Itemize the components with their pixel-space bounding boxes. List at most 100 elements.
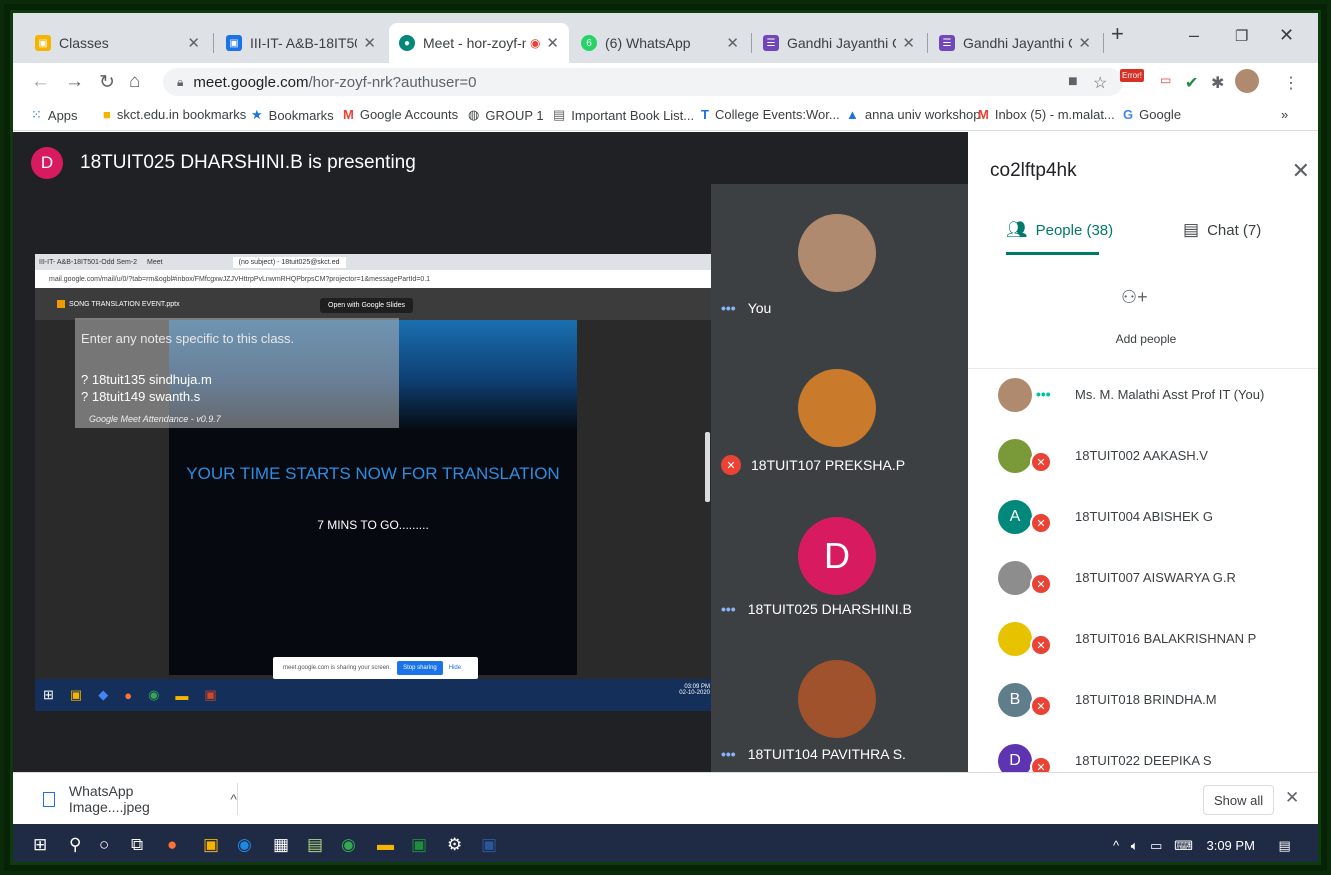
menu-icon[interactable]: ⋮ <box>1283 73 1299 93</box>
task-view-icon[interactable]: ⧉ <box>131 835 143 855</box>
bookmark-college-events[interactable]: T College Events:Wor... <box>701 107 840 122</box>
media-icon[interactable]: ▣ <box>203 835 219 855</box>
close-icon[interactable]: ✕ <box>1285 788 1299 808</box>
network-icon[interactable]: ▭ <box>1150 838 1162 853</box>
tab-whatsapp[interactable]: 6 (6) WhatsApp ✕ <box>571 23 749 63</box>
extension-icon[interactable]: ▭ <box>1160 73 1171 87</box>
stop-sharing-button: Stop sharing <box>397 661 443 675</box>
close-window-button[interactable]: ✕ <box>1279 25 1294 46</box>
extension-version: Google Meet Attendance - v0.9.7 <box>89 414 221 424</box>
hide-button: Hide <box>448 665 462 671</box>
tab-meet[interactable]: ● Meet - hor-zoyf-nr ◉ ✕ <box>389 23 569 63</box>
close-icon[interactable]: ✕ <box>1078 34 1091 52</box>
tab-classes[interactable]: ▣ Classes ✕ <box>25 23 210 63</box>
sharing-notice-text: meet.google.com is sharing your screen. <box>283 665 392 671</box>
close-icon[interactable]: ✕ <box>726 34 739 52</box>
stage-scrollbar[interactable] <box>705 432 710 502</box>
open-with-slides-button: Open with Google Slides <box>320 298 414 313</box>
list-item[interactable]: B ✕ 18TUIT018 BRINDHA.M <box>968 677 1318 738</box>
cortana-icon[interactable]: ○ <box>99 835 109 855</box>
participant-tile[interactable]: D ••• 18TUIT025 DHARSHINI.B <box>711 480 968 628</box>
shared-taskbar: ⊞ ▣ ◆ ● ◉ ▬ ▣ 03:09 PM 02-10-2020 <box>35 679 718 711</box>
reload-icon[interactable]: ↻ <box>99 71 115 94</box>
tab-gandhi-quiz-2[interactable]: ☰ Gandhi Jayanthi Quiz ✕ <box>929 23 1101 63</box>
tab-classroom-course[interactable]: ▣ III-IT- A&B-18IT501-Od ✕ <box>216 23 386 63</box>
slides-icon <box>57 300 65 308</box>
tab-gandhi-quiz-1[interactable]: ☰ Gandhi Jayanthi Quiz ✕ <box>753 23 925 63</box>
participant-name: 18TUIT016 BALAKRISHNAN P <box>1075 631 1257 646</box>
profile-avatar[interactable] <box>1235 69 1259 93</box>
bookmark-label: skct.edu.in bookmarks <box>116 107 247 122</box>
puzzle-icon[interactable]: ✱ <box>1211 73 1224 93</box>
tab-label: Classes <box>59 35 109 51</box>
image-file-icon <box>43 791 55 807</box>
clock[interactable]: 3:09 PM <box>1206 838 1254 853</box>
bookmark-google-accounts[interactable]: M Google Accounts <box>343 107 458 122</box>
list-item[interactable]: ✕ 18TUIT016 BALAKRISHNAN P <box>968 616 1318 677</box>
list-item[interactable]: ✕ 18TUIT007 AISWARYA G.R <box>968 555 1318 616</box>
tab-chat[interactable]: ▤ Chat (7) <box>1183 220 1261 240</box>
close-panel-button[interactable]: ✕ <box>1292 158 1310 184</box>
keyboard-icon[interactable]: ⌨ <box>1174 838 1193 853</box>
edge-icon[interactable]: ◉ <box>237 835 252 855</box>
add-person-icon[interactable]: ⚇+ <box>1121 287 1148 308</box>
show-all-button[interactable]: Show all <box>1203 785 1275 815</box>
list-item[interactable]: ••• Ms. M. Malathi Asst Prof IT (You) <box>968 372 1318 433</box>
bookmark-anna-univ[interactable]: ▲ anna univ workshop <box>846 107 981 122</box>
url-bar[interactable]: 🔒︎ meet.google.com/hor-zoyf-nrk?authuser… <box>163 68 1123 96</box>
bookmark-label: College Events:Wor... <box>714 107 840 122</box>
bookmark-google[interactable]: G Google <box>1123 107 1181 122</box>
new-tab-button[interactable]: + <box>1111 21 1124 47</box>
bookmark-bookmarks[interactable]: ★ Bookmarks <box>251 107 334 123</box>
forward-icon[interactable]: → <box>65 71 84 93</box>
sharing-notice: meet.google.com is sharing your screen. … <box>273 657 478 679</box>
minimize-button[interactable]: – <box>1189 25 1199 46</box>
close-icon[interactable]: ✕ <box>187 34 200 52</box>
participant-tile[interactable]: ••• You <box>711 184 968 332</box>
note-line: ? 18tuit149 swanth.s <box>81 389 201 404</box>
download-item[interactable]: WhatsApp Image....jpeg ^ <box>43 783 238 815</box>
close-icon[interactable]: ✕ <box>546 34 559 52</box>
list-item[interactable]: ✕ 18TUIT002 AAKASH.V <box>968 433 1318 494</box>
settings-icon[interactable]: ⚙ <box>447 835 462 855</box>
excel-icon[interactable]: ▣ <box>411 835 427 855</box>
notepad-icon[interactable]: ▤ <box>307 835 323 855</box>
bookmark-apps[interactable]: ⁙ Apps <box>31 107 78 123</box>
chevron-up-icon[interactable]: ^ <box>1113 838 1119 853</box>
bookmark-skct[interactable]: ■ skct.edu.in bookmarks <box>103 107 246 122</box>
chevron-up-icon[interactable]: ^ <box>230 791 237 807</box>
camera-icon[interactable]: ■ <box>1068 73 1078 91</box>
close-icon[interactable]: ✕ <box>902 34 915 52</box>
extension-error-icon[interactable]: Error! <box>1120 69 1144 82</box>
add-people-button[interactable]: Add people <box>968 332 1318 346</box>
tab-people[interactable]: 👥︎ People (38) <box>1006 220 1113 240</box>
notifications-icon[interactable]: ▤ <box>1279 838 1291 853</box>
file-explorer-icon[interactable]: ▬ <box>377 835 394 855</box>
list-item[interactable]: D ✕ 18TUIT022 DEEPIKA S <box>968 738 1318 772</box>
search-icon[interactable]: ⚲ <box>69 835 81 855</box>
restore-button[interactable]: ❐ <box>1235 27 1248 45</box>
store-icon[interactable]: ▦ <box>273 835 289 855</box>
word-icon[interactable]: ▣ <box>481 835 497 855</box>
volume-icon[interactable]: 🔈︎ <box>1131 838 1139 853</box>
meet-icon: ● <box>399 35 415 51</box>
bookmarks-overflow[interactable]: » <box>1281 107 1288 122</box>
star-icon[interactable]: ☆ <box>1093 73 1107 93</box>
windows-start-icon[interactable]: ⊞ <box>33 835 47 855</box>
notes-placeholder: Enter any notes specific to this class. <box>81 331 295 346</box>
participant-tile[interactable]: ••• 18TUIT104 PAVITHRA S. <box>711 628 968 776</box>
bookmark-inbox[interactable]: M Inbox (5) - m.malat... <box>978 107 1115 122</box>
check-extension-icon[interactable]: ✔ <box>1185 73 1198 93</box>
note-line: ? 18tuit135 sindhuja.m <box>81 372 212 387</box>
home-icon[interactable]: ⌂ <box>129 71 140 93</box>
participant-tile[interactable]: ✕ 18TUIT107 PREKSHA.P <box>711 332 968 480</box>
chrome-icon[interactable]: ◉ <box>341 835 356 855</box>
firefox-icon[interactable]: ● <box>167 835 177 855</box>
download-file-name: WhatsApp Image....jpeg <box>68 783 150 815</box>
tab-label: (6) WhatsApp <box>605 35 691 51</box>
bookmark-group1[interactable]: ◍ GROUP 1 <box>468 107 544 123</box>
bookmark-important-books[interactable]: ▤ Important Book List... <box>553 107 694 123</box>
list-item[interactable]: A ✕ 18TUIT004 ABISHEK G <box>968 494 1318 555</box>
close-icon[interactable]: ✕ <box>363 34 376 52</box>
back-icon[interactable]: ← <box>31 71 50 93</box>
